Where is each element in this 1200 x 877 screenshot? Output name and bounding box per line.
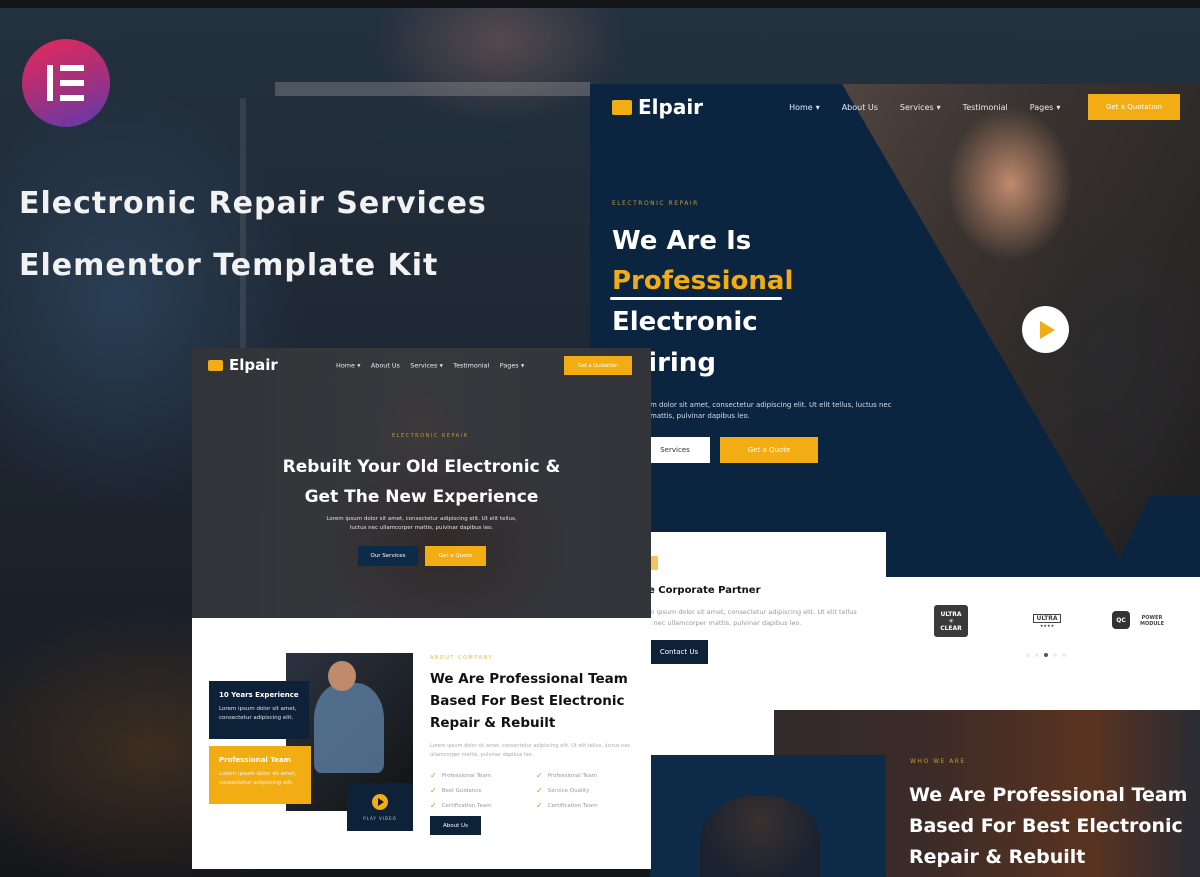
nav-item-testimonial[interactable]: Testimonial [453, 361, 489, 368]
checklist-item: ✓ Best Guidance [430, 786, 482, 795]
brand-name: Elpair [638, 95, 704, 119]
checklist-item: ✓ Certification Team [430, 801, 492, 810]
about-right-heading: We Are Professional Team Based For Best … [909, 784, 1188, 868]
partner-logos: ULTRA ✳ CLEAR ULTRA ★★★★ QC POWER MODULE [886, 577, 1200, 710]
nav-item-about[interactable]: About Us [842, 103, 878, 112]
mockup-left: Elpair Home ▾ About Us Services ▾ Testimon… [192, 348, 651, 869]
about-left-body: Lorem ipsum dolor sit amet, consectetur … [430, 743, 631, 758]
hero-heading-highlight: Professional [612, 266, 794, 296]
partner-section: e Corporate Partner m ipsum dolor sit am… [640, 532, 886, 710]
check-icon: ✓ [430, 801, 437, 810]
nav-item-pages[interactable]: Pages ▾ [1030, 103, 1061, 112]
nav-item-services[interactable]: Services ▾ [410, 361, 443, 368]
chevron-down-icon: ▾ [1056, 102, 1061, 112]
brand-logo-left[interactable]: Elpair [208, 356, 278, 374]
experience-card: 10 Years Experience Lorem ipsum dolor si… [209, 681, 309, 739]
carousel-dot[interactable] [1035, 653, 1039, 657]
partner-heading: e Corporate Partner [648, 585, 761, 596]
brand-logo[interactable]: Elpair [612, 95, 703, 119]
partner-body: m ipsum dolor sit amet, consectetur adip… [648, 608, 857, 627]
get-quote-button[interactable]: Get a Quote [720, 437, 818, 463]
kit-title-line1: Electronic Repair Services [19, 186, 487, 221]
check-icon: ✓ [536, 771, 543, 780]
carousel-dot[interactable] [1053, 653, 1057, 657]
about-right-eyebrow: WHO WE ARE [910, 758, 966, 765]
hero-heading-line1: We Are Is [612, 226, 752, 256]
hero-eyebrow: ELECTRONIC REPAIR [612, 200, 699, 207]
hero-body: m dolor sit amet, consectetur adipiscing… [650, 401, 892, 420]
hero-mockup-right: Elpair Home ▾ About Us Services ▾ Testimon… [590, 84, 1200, 577]
toolbox-icon [612, 99, 632, 115]
person-photo [700, 795, 820, 877]
ultra-clear-logo: ULTRA ✳ CLEAR [934, 605, 968, 637]
white-panel [650, 710, 774, 755]
checklist-item: ✓ Professional Team [430, 771, 492, 780]
chevron-down-icon: ▾ [439, 361, 443, 369]
checklist-item: ✓ Service Quality [536, 786, 590, 795]
top-edge [0, 0, 1200, 8]
ultra-laurel-logo: ULTRA ★★★★ [1024, 607, 1070, 635]
carousel-dots [1026, 653, 1066, 657]
nav-item-services[interactable]: Services ▾ [900, 103, 941, 112]
toolbox-icon [208, 359, 223, 371]
checklist-right: ✓ Professional Team ✓ Service Quality ✓ Cer… [536, 768, 598, 813]
our-services-button-left[interactable]: Our Services [358, 546, 418, 566]
kit-title-line2: Elementor Template Kit [19, 248, 439, 283]
chevron-down-icon: ▾ [520, 361, 525, 369]
chevron-down-icon: ▾ [357, 361, 361, 369]
hero-left-heading: Rebuilt Your Old Electronic & Get The Ne… [282, 457, 561, 507]
chevron-down-icon: ▾ [936, 102, 941, 112]
elementor-logo-icon [22, 39, 110, 127]
get-quote-button-left[interactable]: Get a Quote [425, 546, 486, 566]
about-us-button[interactable]: About Us [430, 816, 481, 835]
play-video-box[interactable]: PLAY VIDEO [347, 783, 413, 831]
get-quotation-button[interactable]: Get a Quotation [1088, 94, 1180, 120]
nav-menu: Home ▾ About Us Services ▾ Testimonial Pag… [789, 103, 1060, 112]
carousel-dot-active[interactable] [1044, 653, 1048, 657]
nav-menu-left: Home ▾ About Us Services ▾ Testimonial Pag… [336, 361, 524, 368]
qc-logo: QC [1112, 611, 1130, 629]
check-icon: ✓ [536, 801, 543, 810]
team-card: Professional Team Lorem ipsum dolor sit … [209, 746, 311, 804]
nav-item-home[interactable]: Home ▾ [789, 103, 820, 112]
hero-left-eyebrow: ELECTRONIC REPAIR [392, 433, 469, 439]
carousel-dot[interactable] [1026, 653, 1030, 657]
hero-heading-line3: Electronic [612, 307, 758, 337]
checklist-item: ✓ Certification Team [536, 801, 598, 810]
about-left-heading: We Are Professional Team Based For Best … [430, 671, 628, 731]
hero-left: Elpair Home ▾ About Us Services ▾ Testimon… [192, 348, 651, 618]
get-quotation-button-left[interactable]: Get a Quotation [564, 356, 632, 375]
check-icon: ✓ [536, 786, 543, 795]
nav-item-testimonial[interactable]: Testimonial [963, 103, 1008, 112]
hero-left-body: Lorem ipsum dolor sit amet, consectetur … [326, 516, 517, 531]
about-mockup-right: WHO WE ARE We Are Professional Team Base… [650, 710, 1200, 877]
play-icon [372, 793, 388, 810]
power-module-logo: POWER MODULE [1139, 615, 1165, 627]
contact-us-button[interactable]: Contact Us [650, 640, 708, 664]
brush-underline [610, 297, 782, 300]
check-icon: ✓ [430, 786, 437, 795]
check-icon: ✓ [430, 771, 437, 780]
play-icon [1040, 320, 1055, 339]
nav-item-about[interactable]: About Us [371, 361, 400, 368]
nav-item-home[interactable]: Home ▾ [336, 361, 361, 368]
checklist-left: ✓ Professional Team ✓ Best Guidance ✓ Certi… [430, 768, 492, 813]
play-video-button[interactable] [1022, 306, 1069, 353]
checklist-item: ✓ Professional Team [536, 771, 598, 780]
shelf-decoration [275, 82, 590, 96]
carousel-dot[interactable] [1062, 653, 1066, 657]
chevron-down-icon: ▾ [815, 102, 820, 112]
navy-video-panel [650, 755, 886, 877]
shelf-post [240, 98, 246, 348]
nav-item-pages[interactable]: Pages ▾ [500, 361, 524, 368]
about-left-eyebrow: ABOUT COMPANY [430, 655, 494, 661]
